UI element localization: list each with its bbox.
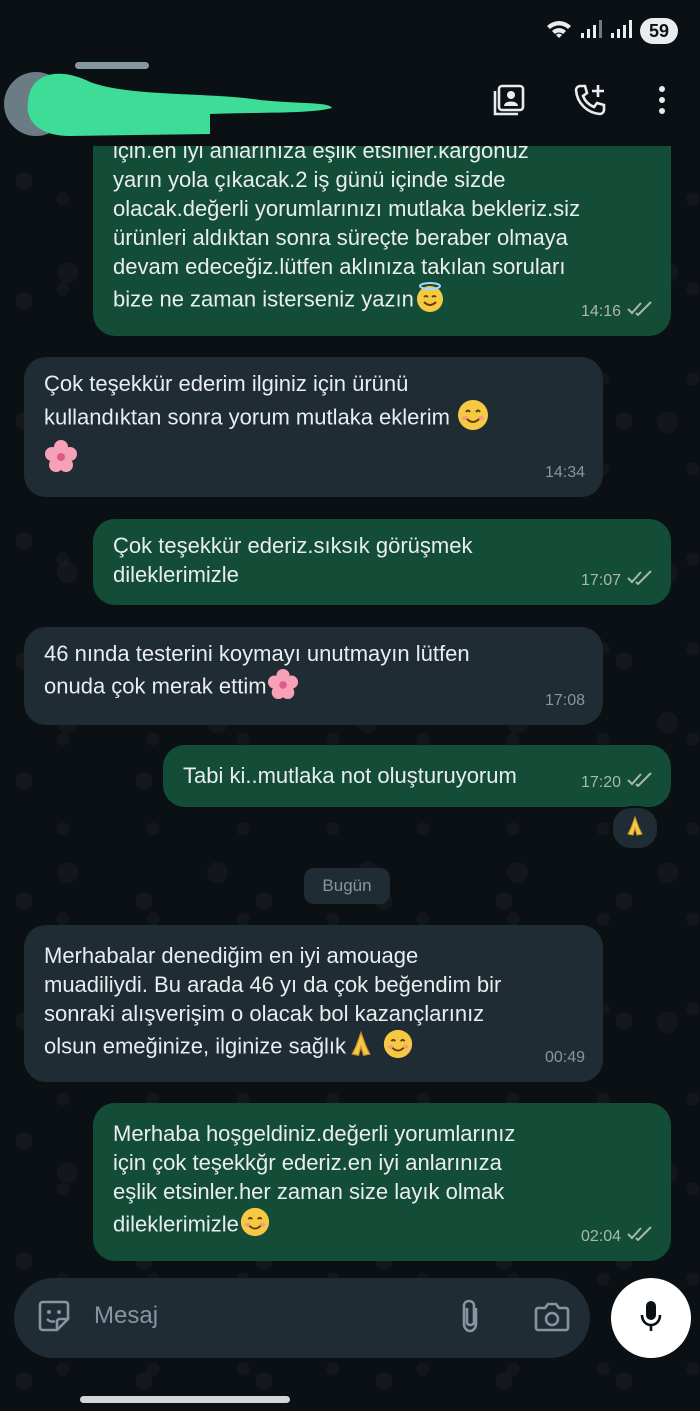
message-line: Çok teşekkür ederim ilginiz için ürünü [44,371,409,396]
smiling-face-emoji-icon [239,1206,271,1245]
message-list: için.en iyi anlarınıza eşlik etsinler.ka… [0,0,700,1411]
cherry-blossom-emoji-icon [267,668,299,707]
message-line: olsun emeğinize, ilginize sağlık [44,1033,347,1059]
message-time: 14:34 [544,464,585,481]
camera-icon [534,1300,570,1337]
voice-message-button[interactable] [611,1278,691,1358]
message-time: 17:20 [580,774,621,791]
message-line: devam edeceğiz.lütfen aklınıza takılan s… [113,254,566,279]
date-separator: Bugün [304,868,390,904]
message-line: muadiliydi. Bu arada 46 yı da çok beğend… [44,972,502,997]
message-bubble-incoming[interactable]: Merhabalar denediğim en iyi amouage muad… [24,925,603,1082]
message-time: 14:16 [580,303,621,320]
message-line: ürünleri aldıktan sonra süreçte beraber … [113,225,568,250]
message-line: yarın yola çıkacak.2 iş günü içinde sizd… [113,167,506,192]
message-input[interactable]: Mesaj [94,1302,158,1330]
message-line: onuda çok merak ettim [44,673,267,699]
read-ticks-icon [627,566,653,595]
message-line: kullandıktan sonra yorum mutlaka eklerim [44,404,450,430]
microphone-icon [639,1298,663,1339]
message-line: dileklerimizle [113,1211,239,1237]
message-line: eşlik etsinler.her zaman size layık olma… [113,1179,505,1204]
message-line: Merhaba hoşgeldiniz.değerli yorumlarınız [113,1121,516,1146]
message-bubble-outgoing[interactable]: için.en iyi anlarınıza eşlik etsinler.ka… [93,138,671,336]
message-meta: 14:16 [581,297,653,326]
attach-button[interactable] [450,1298,490,1338]
smiling-halo-emoji-icon [414,281,446,320]
message-meta: 14:34 [545,458,585,487]
message-meta: 17:08 [545,686,585,715]
message-reaction[interactable] [611,806,659,850]
message-time: 00:49 [544,1049,585,1066]
message-line: için çok teşekkğr ederiz.en iyi anlarını… [113,1150,502,1175]
message-line: Merhabalar denediğim en iyi amouage [44,943,419,968]
message-meta: 00:49 [545,1043,585,1072]
message-line: Tabi ki..mutlaka not oluşturuyorum [183,763,517,788]
gesture-nav-bar[interactable] [80,1396,290,1403]
message-line: dileklerimizle [113,562,239,587]
message-time: 17:08 [544,692,585,709]
message-line: için.en iyi anlarınıza eşlik etsinler.ka… [113,138,529,163]
message-meta: 17:07 [581,566,653,595]
message-line: 46 nında testerini koymayı unutmayın lüt… [44,641,470,666]
message-time: 17:07 [580,572,621,589]
camera-button[interactable] [532,1298,572,1338]
message-line: olacak.değerli yorumlarınızı mutlaka bek… [113,196,581,221]
cherry-blossom-emoji-icon [44,439,78,480]
message-bubble-outgoing[interactable]: Tabi ki..mutlaka not oluşturuyorum 17:20 [163,745,671,807]
smiling-face-emoji-icon [456,398,490,439]
message-line: bize ne zaman isterseniz yazın [113,286,414,312]
message-meta: 17:20 [581,768,653,797]
read-ticks-icon [627,297,653,326]
message-meta: 02:04 [581,1222,653,1251]
smiling-face-emoji-icon [382,1028,414,1067]
folded-hands-emoji-icon [623,814,647,843]
folded-hands-emoji-icon [346,1029,376,1066]
message-bubble-incoming[interactable]: Çok teşekkür ederim ilginiz için ürünü k… [24,357,603,497]
read-ticks-icon [627,768,653,797]
message-line: sonraki alışverişim o olacak bol kazançl… [44,1001,485,1026]
sticker-button[interactable] [34,1298,74,1338]
paperclip-icon [458,1298,482,1339]
read-ticks-icon [627,1222,653,1251]
message-composer: Mesaj [14,1278,590,1358]
sticker-icon [37,1299,71,1338]
message-bubble-outgoing[interactable]: Çok teşekkür ederiz.sıksık görüşmek dile… [93,519,671,605]
message-bubble-incoming[interactable]: 46 nında testerini koymayı unutmayın lüt… [24,627,603,725]
message-line: Çok teşekkür ederiz.sıksık görüşmek [113,533,473,558]
message-time: 02:04 [580,1228,621,1245]
message-bubble-outgoing[interactable]: Merhaba hoşgeldiniz.değerli yorumlarınız… [93,1103,671,1261]
